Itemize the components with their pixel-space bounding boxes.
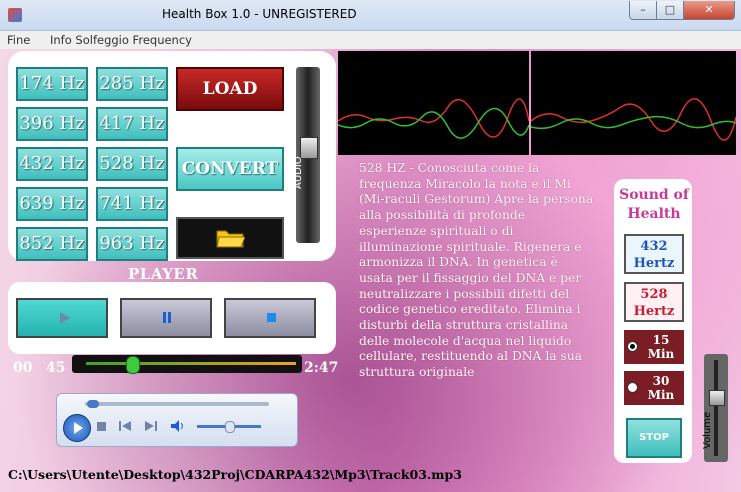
- app-icon: [8, 8, 22, 22]
- freq-button-285[interactable]: 285 Hz: [96, 67, 168, 101]
- close-button[interactable]: ✕: [683, 1, 735, 20]
- duration-30-label: 30 Min: [647, 374, 675, 402]
- open-folder-button[interactable]: [176, 217, 284, 259]
- time-seconds: 45: [46, 360, 66, 376]
- media-player-control: [56, 393, 298, 447]
- freq-button-639[interactable]: 639 Hz: [16, 187, 88, 221]
- radio-30-icon[interactable]: [627, 382, 638, 393]
- freq-button-417[interactable]: 417 Hz: [96, 107, 168, 141]
- stop-playback-button[interactable]: [224, 298, 316, 338]
- volume-track: [714, 360, 718, 456]
- wmp-volume-icon[interactable]: [171, 420, 185, 432]
- wmp-prev-icon[interactable]: [119, 421, 131, 431]
- wmp-next-icon[interactable]: [145, 421, 157, 431]
- hertz-528-button[interactable]: 528 Hertz: [624, 282, 684, 322]
- radio-15-icon[interactable]: [627, 341, 638, 352]
- freq-button-852[interactable]: 852 Hz: [16, 227, 88, 261]
- stop-button[interactable]: STOP: [626, 418, 682, 458]
- freq-button-174[interactable]: 174 Hz: [16, 67, 88, 101]
- wmp-play-button[interactable]: [63, 414, 91, 442]
- time-minutes: 00: [13, 360, 33, 376]
- stop-icon: [267, 313, 276, 322]
- load-file-button[interactable]: LOAD FILE: [176, 67, 284, 139]
- window-title: Health Box 1.0 - UNREGISTERED: [162, 7, 357, 21]
- volume-thumb[interactable]: [709, 390, 725, 406]
- pause-button[interactable]: [120, 298, 212, 338]
- wmp-play-icon: [74, 422, 83, 434]
- folder-icon: [216, 230, 246, 248]
- freq-button-432[interactable]: 432 Hz: [16, 147, 88, 181]
- player-title: PLAYER: [128, 265, 199, 283]
- volume-label: Volume: [702, 411, 713, 449]
- oscilloscope-right: [530, 51, 737, 155]
- convert-button[interactable]: CONVERT: [176, 147, 284, 191]
- file-path: C:\Users\Utente\Desktop\432Proj\CDARPA43…: [8, 467, 462, 482]
- play-button[interactable]: [16, 298, 108, 338]
- menu-info-solfeggio[interactable]: Info Solfeggio Frequency: [50, 33, 192, 47]
- freq-button-741[interactable]: 741 Hz: [96, 187, 168, 221]
- wmp-stop-icon[interactable]: [97, 422, 106, 431]
- menu-fine[interactable]: Fine: [7, 33, 30, 47]
- time-duration: 2:47: [304, 360, 339, 376]
- sound-of-health-title: Sound of Health: [619, 187, 689, 222]
- hertz-432-button[interactable]: 432 Hertz: [624, 234, 684, 274]
- wmp-seek-thumb[interactable]: [87, 400, 99, 408]
- maximize-button[interactable]: □: [656, 1, 684, 20]
- freq-button-963[interactable]: 963 Hz: [96, 227, 168, 261]
- oscilloscope-left: [337, 51, 530, 155]
- duration-30-option[interactable]: 30 Min: [624, 371, 684, 405]
- menu-bar: Fine Info Solfeggio Frequency: [0, 31, 741, 49]
- freq-button-396[interactable]: 396 Hz: [16, 107, 88, 141]
- freq-button-528[interactable]: 528 Hz: [96, 147, 168, 181]
- audio-label: AUDIO: [293, 156, 304, 189]
- title-bar: Health Box 1.0 - UNREGISTERED – □ ✕: [0, 0, 741, 31]
- seek-bar-fill: [86, 362, 296, 365]
- duration-15-label: 15 Min: [647, 333, 675, 361]
- duration-15-option[interactable]: 15 Min: [624, 330, 684, 364]
- frequency-description: 528 HZ - Conosciuta come la frequenza Mi…: [359, 161, 594, 380]
- minimize-button[interactable]: –: [629, 1, 657, 20]
- pause-icon: [163, 312, 171, 323]
- main-area: 174 Hz 285 Hz 396 Hz 417 Hz 432 Hz 528 H…: [0, 49, 741, 492]
- wmp-volume-thumb[interactable]: [225, 421, 235, 433]
- play-icon: [60, 312, 70, 324]
- seek-bar-thumb[interactable]: [126, 356, 140, 374]
- wmp-seek-bar[interactable]: [85, 402, 269, 406]
